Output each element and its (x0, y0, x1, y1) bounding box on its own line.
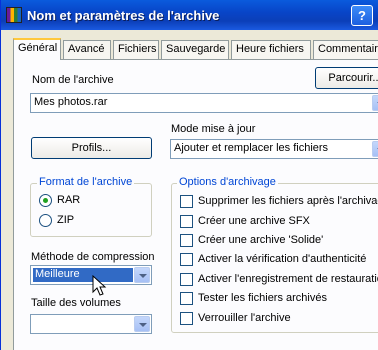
checkbox-recovery-record-label[interactable]: Activer l'enregistrement de restauration (198, 273, 378, 285)
dialog-window: Nom et paramètres de l'archive ? Général… (0, 0, 378, 350)
chevron-down-icon[interactable] (134, 316, 150, 332)
tab-fichiers[interactable]: Fichiers (113, 40, 159, 59)
update-mode-select[interactable]: Ajouter et remplacer les fichiers (170, 139, 378, 159)
archive-name-combobox[interactable]: Mes photos.rar (30, 93, 378, 113)
checkbox-recovery-record[interactable] (180, 273, 193, 286)
title-bar[interactable]: Nom et paramètres de l'archive ? (1, 0, 378, 30)
browse-button[interactable]: Parcourir... (315, 67, 378, 89)
winrar-icon (6, 7, 22, 23)
compression-select[interactable]: Meilleure (30, 265, 152, 285)
archive-name-label: Nom de l'archive (32, 74, 114, 86)
radio-rar[interactable] (39, 194, 52, 207)
tab-commentaire[interactable]: Commentaire (313, 40, 378, 59)
compression-value: Meilleure (35, 268, 80, 280)
profiles-button[interactable]: Profils... (31, 137, 152, 159)
tab-general[interactable]: Général (13, 38, 61, 60)
archive-format-group (30, 183, 152, 237)
general-tab-panel: Nom de l'archive Parcourir... Mes photos… (13, 59, 378, 350)
help-button[interactable]: ? (351, 5, 373, 26)
volume-size-label: Taille des volumes (31, 297, 121, 309)
chevron-down-icon[interactable] (372, 95, 378, 111)
compression-label: Méthode de compression (31, 251, 155, 263)
checkbox-lock-archive[interactable] (180, 312, 193, 325)
checkbox-authenticity[interactable] (180, 253, 193, 266)
checkbox-delete-files[interactable] (180, 195, 193, 208)
checkbox-solid-archive[interactable] (180, 234, 193, 247)
update-mode-label: Mode mise à jour (171, 123, 256, 135)
radio-rar-label[interactable]: RAR (57, 194, 80, 206)
checkbox-test-files[interactable] (180, 292, 193, 305)
checkbox-test-files-label[interactable]: Tester les fichiers archivés (198, 292, 327, 304)
checkbox-create-sfx[interactable] (180, 215, 193, 228)
chevron-down-icon[interactable] (372, 141, 378, 157)
tab-avance[interactable]: Avancé (63, 40, 111, 59)
volume-size-combobox[interactable] (30, 314, 152, 334)
window-title: Nom et paramètres de l'archive (27, 8, 220, 23)
archive-format-title: Format de l'archive (37, 176, 135, 188)
checkbox-delete-files-label[interactable]: Supprimer les fichiers après l'archivage (198, 195, 378, 207)
tab-sauvegarde[interactable]: Sauvegarde (161, 40, 229, 59)
checkbox-solid-archive-label[interactable]: Créer une archive 'Solide' (198, 234, 323, 246)
archiving-options-title: Options d'archivage (177, 176, 278, 188)
archive-name-value: Mes photos.rar (34, 96, 108, 108)
checkbox-authenticity-label[interactable]: Activer la vérification d'authenticité (198, 253, 366, 265)
mouse-pointer-icon (92, 275, 107, 296)
chevron-down-icon[interactable] (134, 267, 150, 283)
update-mode-value: Ajouter et remplacer les fichiers (174, 142, 329, 154)
checkbox-create-sfx-label[interactable]: Créer une archive SFX (198, 215, 310, 227)
tab-heure-fichiers[interactable]: Heure fichiers (231, 40, 311, 59)
radio-zip[interactable] (39, 214, 52, 227)
checkbox-lock-archive-label[interactable]: Verrouiller l'archive (198, 312, 291, 324)
radio-zip-label[interactable]: ZIP (57, 214, 74, 226)
